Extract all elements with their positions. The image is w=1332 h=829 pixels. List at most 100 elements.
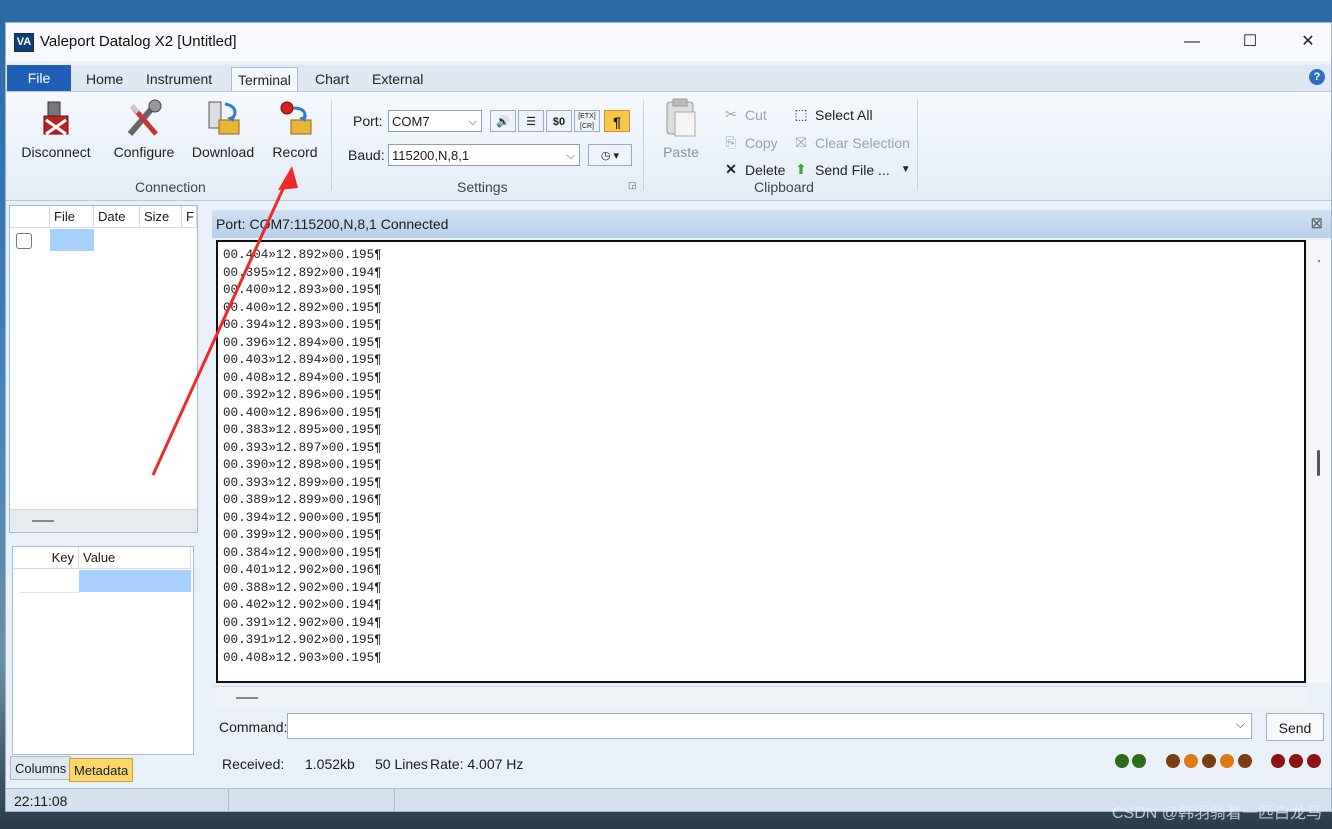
- configure-button[interactable]: Configure: [110, 98, 178, 160]
- date-column-header[interactable]: Date: [94, 206, 140, 228]
- terminal-line: 00.408»12.903»00.195¶: [223, 650, 382, 665]
- tab-chart[interactable]: Chart: [309, 65, 355, 91]
- minimize-button[interactable]: —: [1169, 29, 1215, 55]
- scrollbar-thumb[interactable]: [236, 697, 258, 699]
- terminal-line: 00.400»12.896»00.195¶: [223, 405, 382, 420]
- tab-metadata[interactable]: Metadata: [69, 758, 134, 782]
- baud-select[interactable]: 115200,N,8,1 ⌵: [388, 144, 580, 166]
- key-column-header[interactable]: Key: [13, 547, 79, 569]
- lines-count: 50 Lines: [375, 756, 428, 772]
- copy-button[interactable]: ⎘ Copy: [722, 134, 777, 151]
- tab-external[interactable]: External: [366, 65, 429, 91]
- terminal-line: 00.391»12.902»00.194¶: [223, 615, 382, 630]
- terminal-line: 00.393»12.897»00.195¶: [223, 440, 382, 455]
- record-label: Record: [272, 144, 318, 160]
- terminal-line: 00.394»12.900»00.195¶: [223, 510, 382, 525]
- clock-icon: ◷ ▾: [600, 150, 620, 162]
- group-divider: [917, 100, 918, 190]
- f-column-header[interactable]: F: [182, 206, 197, 228]
- chevron-down-icon[interactable]: ⌵: [1236, 717, 1245, 732]
- tab-columns[interactable]: Columns: [10, 756, 72, 780]
- command-row: Command: ⌵ Send: [212, 713, 1331, 743]
- value-column-header[interactable]: Value: [79, 547, 191, 569]
- wrench-screwdriver-icon: [127, 99, 162, 136]
- port-select[interactable]: COM7 ⌵: [388, 110, 482, 132]
- pilcrow-toggle-button[interactable]: ¶: [604, 110, 630, 132]
- clock-display: 22:11:08: [14, 793, 68, 809]
- terminal-line: 00.396»12.894»00.195¶: [223, 335, 382, 350]
- select-column-header: [10, 206, 50, 228]
- status-led-red: [1271, 754, 1285, 768]
- echo-icon: 🔊: [496, 116, 510, 128]
- file-list-panel: File Date Size F: [9, 205, 198, 533]
- etx-cr-toggle-button[interactable]: [ETX] [CR]: [574, 110, 600, 132]
- clear-selection-button[interactable]: ⛝ Clear Selection: [792, 134, 910, 151]
- splitter-grip-icon: [32, 520, 54, 522]
- align-toggle-button[interactable]: ☰: [518, 110, 544, 132]
- select-all-button[interactable]: ⬚ Select All: [792, 106, 872, 123]
- download-label: Download: [191, 144, 255, 160]
- terminal-line: 00.395»12.892»00.194¶: [223, 265, 382, 280]
- metadata-panel: Key Value: [12, 546, 194, 755]
- download-icon: [208, 101, 240, 135]
- tab-terminal[interactable]: Terminal: [231, 67, 298, 92]
- group-divider: [331, 100, 332, 190]
- settings-group-label: Settings: [457, 179, 508, 195]
- terminal-line: 00.399»12.900»00.195¶: [223, 528, 382, 542]
- terminal-output[interactable]: 00.404»12.892»00.195¶ 00.395»12.892»00.19…: [216, 240, 1306, 683]
- terminal-line: 00.390»12.898»00.195¶: [223, 458, 382, 472]
- terminal-line: 00.384»12.900»00.195¶: [223, 545, 382, 560]
- terminal-line: 00.400»12.892»00.195¶: [223, 300, 382, 315]
- port-label: Port:: [353, 113, 383, 129]
- send-file-button[interactable]: ⬆ Send File ... ▼: [792, 161, 911, 178]
- disconnect-icon: [43, 101, 69, 136]
- delete-button[interactable]: ✕ Delete: [722, 161, 785, 178]
- upload-arrow-icon: ⬆: [795, 161, 807, 177]
- key-cell[interactable]: [19, 570, 79, 593]
- send-button[interactable]: Send: [1266, 713, 1324, 741]
- status-row: Received: 1.052kb 50 Lines Rate: 4.007 H…: [212, 750, 1331, 778]
- record-button[interactable]: Record: [268, 98, 322, 160]
- row-checkbox[interactable]: [16, 233, 32, 249]
- command-input[interactable]: ⌵: [287, 713, 1252, 739]
- x-icon: ✕: [725, 161, 737, 177]
- command-label: Command:: [219, 719, 288, 735]
- status-led-red: [1307, 754, 1321, 768]
- ribbon-tab-bar: File Home Instrument Terminal Chart Exte…: [6, 65, 1331, 92]
- echo-toggle-button[interactable]: 🔊: [490, 110, 516, 132]
- file-column-header[interactable]: File: [50, 206, 94, 228]
- settings-launcher-icon[interactable]: ◲: [628, 180, 637, 191]
- file-cell-selected[interactable]: [50, 229, 94, 251]
- ribbon: Disconnect Configure Download Record Con…: [6, 91, 1331, 201]
- tab-file[interactable]: File: [7, 65, 71, 91]
- scroll-arrow-icon: [1318, 260, 1320, 262]
- terminal-line: 00.401»12.902»00.196¶: [223, 563, 382, 577]
- horizontal-scrollbar[interactable]: [214, 686, 1308, 709]
- vertical-scrollbar[interactable]: [1307, 240, 1331, 683]
- port-value: COM7: [392, 114, 430, 129]
- disconnect-button[interactable]: Disconnect: [20, 98, 92, 160]
- window-title: Valeport Datalog X2 [Untitled]: [40, 33, 237, 50]
- title-bar: VA Valeport Datalog X2 [Untitled] — ☐ ✕: [6, 23, 1331, 61]
- close-panel-icon[interactable]: ⊠: [1310, 210, 1323, 238]
- cut-button[interactable]: ✂ Cut: [722, 106, 767, 123]
- help-icon[interactable]: ?: [1309, 69, 1325, 85]
- timestamp-dropdown-button[interactable]: ◷ ▾: [588, 144, 632, 166]
- tab-home[interactable]: Home: [80, 65, 129, 91]
- paste-label: Paste: [663, 144, 699, 160]
- tab-instrument[interactable]: Instrument: [140, 65, 218, 91]
- terminal-line: 00.383»12.895»00.195¶: [223, 423, 382, 437]
- clear-selection-icon: ⛝: [795, 134, 807, 150]
- scrollbar-thumb[interactable]: [1317, 450, 1320, 476]
- watermark-text: CSDN @韩羽骑着一匹白龙马: [1111, 805, 1322, 822]
- null-char-toggle-button[interactable]: $0: [546, 110, 572, 132]
- chevron-down-icon: ▼: [900, 164, 911, 175]
- paste-button[interactable]: Paste: [658, 98, 704, 160]
- size-column-header[interactable]: Size: [140, 206, 182, 228]
- value-cell-selected[interactable]: [79, 570, 191, 592]
- maximize-button[interactable]: ☐: [1227, 29, 1273, 55]
- file-list-splitter[interactable]: [10, 509, 197, 532]
- download-button[interactable]: Download: [188, 98, 258, 160]
- terminal-line: 00.392»12.896»00.195¶: [223, 388, 382, 402]
- close-button[interactable]: ✕: [1285, 29, 1331, 55]
